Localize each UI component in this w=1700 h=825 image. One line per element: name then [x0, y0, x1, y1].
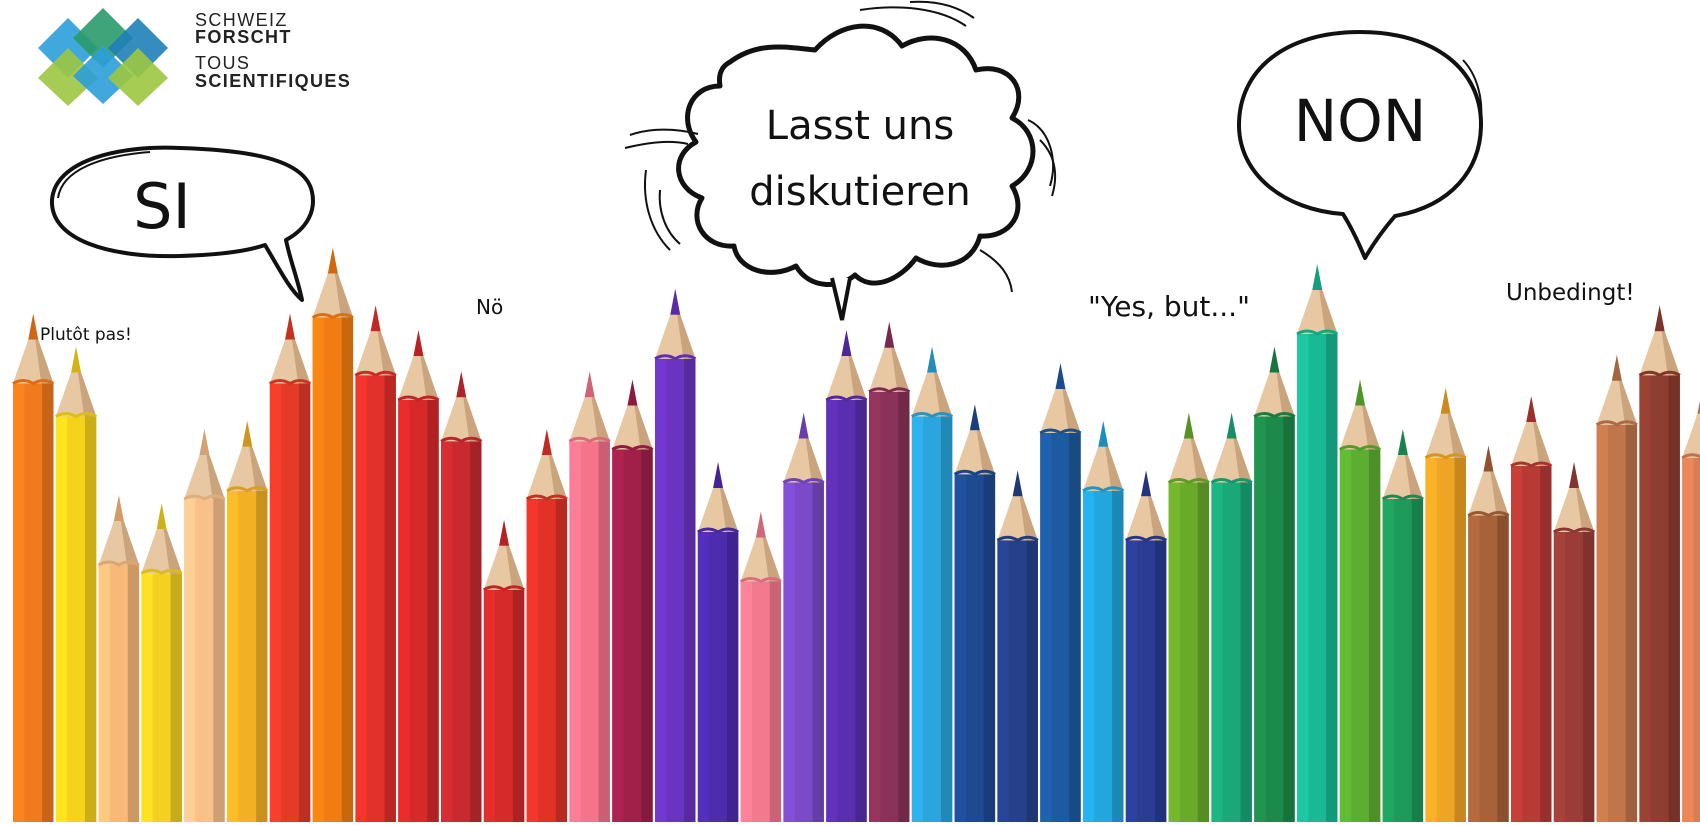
caption-no: Nö — [476, 295, 504, 319]
pencil — [183, 429, 226, 822]
schweiz-forscht-logo: SCHWEIZ FORSCHT TOUS SCIENTIFIQUES — [38, 6, 398, 106]
logo-line-4: SCIENTIFIQUES — [195, 71, 352, 91]
pencil — [1039, 363, 1082, 822]
pencil — [1638, 305, 1681, 822]
pencil — [825, 330, 868, 822]
discussion-burst-bubble — [624, 0, 1057, 321]
logo-mark-icon — [38, 8, 168, 106]
pencil — [1510, 396, 1553, 822]
pencil — [1296, 264, 1339, 822]
pencil — [1467, 445, 1510, 822]
pencil — [12, 313, 55, 822]
pencil — [1167, 412, 1210, 822]
pencil — [483, 519, 526, 822]
caption-yes-but: "Yes, but..." — [1088, 290, 1250, 323]
pencil — [1424, 387, 1467, 822]
pencil — [782, 412, 825, 822]
caption-unbedingt: Unbedingt! — [1506, 280, 1635, 306]
pencil — [697, 462, 740, 822]
caption-plutot-pas: Plutôt pas! — [40, 325, 132, 345]
pencil — [1381, 429, 1424, 822]
pencil — [525, 429, 568, 822]
pencil — [97, 495, 140, 822]
logo-line-3: TOUS — [195, 53, 251, 73]
pencil — [226, 420, 269, 822]
pencil — [1339, 379, 1382, 822]
pencil — [1082, 420, 1125, 822]
pencil — [140, 503, 183, 822]
pencil — [397, 330, 440, 822]
pencil — [739, 511, 782, 822]
pencil — [354, 305, 397, 822]
discussion-text-line-2: diskutieren — [749, 169, 971, 215]
pencil — [440, 371, 483, 822]
pencil — [868, 321, 911, 822]
poster-canvas: SCHWEIZ FORSCHT TOUS SCIENTIFIQUES SI La… — [0, 0, 1700, 825]
pencil — [1253, 346, 1296, 822]
pencil — [953, 404, 996, 822]
pencil — [1595, 354, 1638, 822]
pencil — [1210, 412, 1253, 822]
si-bubble-text: SI — [133, 170, 191, 243]
pencil — [311, 247, 354, 822]
pencil — [568, 371, 611, 822]
non-bubble-text: NON — [1293, 87, 1427, 155]
discussion-text-line-1: Lasst uns — [765, 103, 955, 149]
logo-line-2: FORSCHT — [195, 27, 292, 47]
pencil — [55, 346, 98, 822]
pencil — [1125, 470, 1168, 822]
pencil — [911, 346, 954, 822]
pencil — [269, 313, 312, 822]
pencil — [1553, 462, 1596, 822]
pencil — [654, 288, 697, 822]
pencil — [611, 379, 654, 822]
pencil — [996, 470, 1039, 822]
pencil — [1681, 400, 1700, 822]
